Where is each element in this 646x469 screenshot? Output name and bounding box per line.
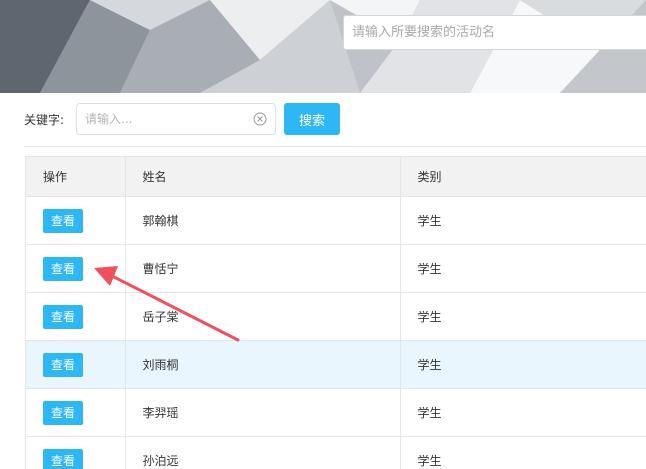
name-cell: 刘雨桐 <box>125 340 401 389</box>
table-row: 查看 郭翰棋 学生 <box>26 196 646 245</box>
activity-search-input[interactable] <box>343 15 646 50</box>
table-row: 查看 孙泊远 学生 <box>26 436 646 469</box>
category-cell: 学生 <box>400 436 646 469</box>
table-row: 查看 李羿瑶 学生 <box>26 388 646 437</box>
action-cell: 查看 <box>26 340 126 389</box>
category-cell: 学生 <box>400 292 646 341</box>
table-header-row: 操作 姓名 类别 <box>26 157 646 197</box>
divider <box>24 146 646 147</box>
category-cell: 学生 <box>400 196 646 245</box>
view-button[interactable]: 查看 <box>43 352 83 377</box>
view-button[interactable]: 查看 <box>43 400 83 425</box>
data-table: 操作 姓名 类别 查看 郭翰棋 学生 查看 曹恬宁 学生 查看 岳子棠 学生 查… <box>25 156 646 469</box>
view-button[interactable]: 查看 <box>43 208 83 233</box>
keyword-label: 关键字: <box>24 113 65 127</box>
table-row: 查看 刘雨桐 学生 <box>26 340 646 389</box>
action-cell: 查看 <box>26 292 126 341</box>
name-cell: 曹恬宁 <box>125 244 401 293</box>
name-cell: 岳子棠 <box>125 292 401 341</box>
view-button[interactable]: 查看 <box>43 448 83 469</box>
name-cell: 李羿瑶 <box>125 388 401 437</box>
keyword-field[interactable] <box>76 103 276 135</box>
header-banner <box>0 0 646 93</box>
keyword-input[interactable] <box>77 104 263 134</box>
table-row: 查看 岳子棠 学生 <box>26 292 646 341</box>
category-cell: 学生 <box>400 340 646 389</box>
column-header-category: 类别 <box>400 157 646 197</box>
search-button[interactable]: 搜索 <box>284 103 340 135</box>
table-row: 查看 曹恬宁 学生 <box>26 244 646 293</box>
name-cell: 郭翰棋 <box>125 196 401 245</box>
column-header-name: 姓名 <box>125 157 401 197</box>
category-cell: 学生 <box>400 388 646 437</box>
action-cell: 查看 <box>26 244 126 293</box>
view-button[interactable]: 查看 <box>43 256 83 281</box>
view-button[interactable]: 查看 <box>43 304 83 329</box>
action-cell: 查看 <box>26 388 126 437</box>
name-cell: 孙泊远 <box>125 436 401 469</box>
clear-icon[interactable] <box>253 112 267 126</box>
column-header-action: 操作 <box>26 157 126 197</box>
category-cell: 学生 <box>400 244 646 293</box>
action-cell: 查看 <box>26 436 126 469</box>
action-cell: 查看 <box>26 196 126 245</box>
